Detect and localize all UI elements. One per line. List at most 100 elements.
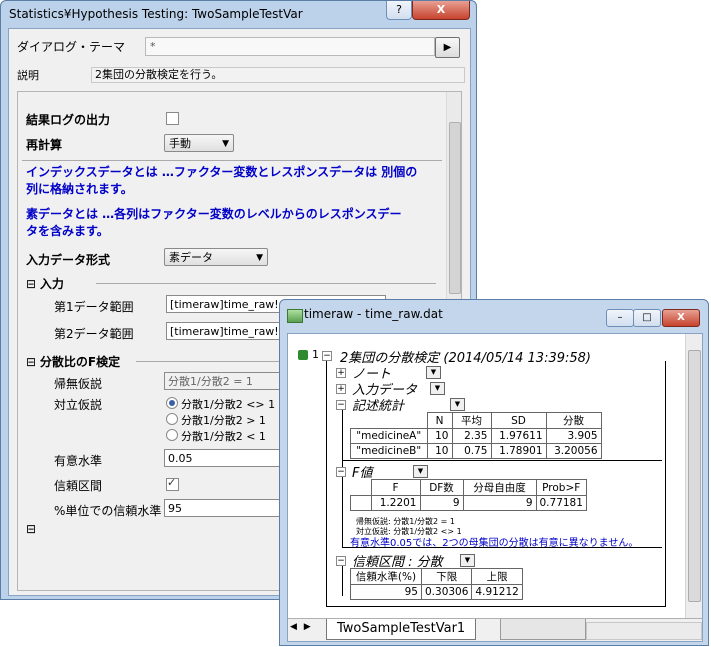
table-cell: 95	[350, 584, 422, 600]
table-row: "medicineA" 10 2.35 1.97611 3.905	[350, 428, 602, 444]
radio-icon	[166, 429, 178, 441]
table-row: "medicineB" 10 0.75 1.78901 3.20056	[350, 443, 602, 459]
lock-icon	[298, 350, 308, 360]
table-header	[350, 412, 428, 429]
horizontal-scrollbar[interactable]	[586, 622, 702, 640]
sig-level-input[interactable]: 0.05	[164, 449, 294, 467]
alt-hypothesis-label: 対立仮説	[54, 398, 103, 412]
tree-line	[342, 477, 343, 547]
radio-icon	[166, 397, 178, 409]
table-header: SD	[490, 412, 547, 429]
table-corner	[350, 479, 372, 496]
collapse-icon: ⊟	[26, 277, 37, 291]
row-number: 1	[312, 348, 319, 361]
data1-label: 第1データ範囲	[54, 300, 134, 314]
expand-input-icon[interactable]: +	[336, 384, 346, 394]
table-cell: 9	[462, 495, 537, 511]
table-header: 下限	[420, 568, 473, 585]
table-header: Prob>F	[535, 479, 587, 496]
ci-checkbox[interactable]	[166, 476, 179, 491]
alt-option-3-label: 分散1/分散2 < 1	[181, 430, 266, 443]
collapse-icon[interactable]: ⊟	[26, 522, 36, 536]
alt-option-2-label: 分散1/分散2 > 1	[181, 414, 266, 427]
theme-menu-button[interactable]: ▶	[435, 37, 460, 58]
expand-note-icon[interactable]: +	[336, 368, 346, 378]
table-cell: 0.30306	[420, 584, 473, 600]
workbook-icon	[287, 309, 303, 323]
table-row: N 平均 SD 分散	[350, 412, 602, 429]
table-row: 信頼水準(%) 下限 上限	[350, 568, 523, 585]
info-index-data: インデックスデータとは …ファクター変数とレスポンスデータは 別個の 列に格納さ…	[26, 164, 446, 198]
scroll-thumb[interactable]	[688, 350, 701, 602]
f-table: F DF数 分母自由度 Prob>F 1.2201 9 9 0.77181	[350, 479, 587, 511]
section-rule	[96, 283, 436, 284]
sheet-tab[interactable]: TwoSampleTestVar1	[326, 619, 477, 640]
recalc-dropdown[interactable]: 手動 ▼	[164, 134, 234, 152]
chevron-down-icon: ▼	[256, 253, 263, 263]
note-dropdown[interactable]: ▼	[426, 366, 441, 379]
collapse-f-icon[interactable]: −	[336, 467, 346, 477]
input-section-title: 入力	[39, 277, 64, 291]
radio-icon	[166, 413, 178, 425]
divider	[22, 160, 442, 161]
collapse-desc-icon[interactable]: −	[336, 400, 346, 410]
table-cell: 1.78901	[490, 443, 547, 459]
table-cell: "medicineB"	[350, 443, 428, 459]
collapse-ci-icon[interactable]: −	[336, 556, 346, 566]
alt-option-2[interactable]: 分散1/分散2 > 1	[166, 412, 266, 428]
workbook-window: timeraw - time_raw.dat – □ X 1 − 2集団の分散検…	[279, 299, 709, 646]
sheet-tab-empty	[500, 619, 586, 640]
collapse-report-icon[interactable]: −	[322, 351, 332, 361]
dialog-title: Statistics¥Hypothesis Testing: TwoSample…	[9, 7, 303, 21]
maximize-button[interactable]: □	[633, 309, 661, 327]
input-dropdown[interactable]: ▼	[430, 382, 445, 395]
sheet-tab-bar: ◀ ▶ TwoSampleTestVar1	[288, 618, 702, 641]
workbook-client: 1 − 2集団の分散検定 (2014/05/14 13:39:58) + ノート…	[287, 333, 703, 642]
ftest-section-toggle[interactable]: ⊟ 分散比のF検定	[26, 353, 120, 370]
table-row: 1.2201 9 9 0.77181	[350, 495, 587, 511]
theme-field[interactable]: *	[145, 37, 435, 56]
table-cell: "medicineA"	[350, 428, 428, 444]
dialog-titlebar[interactable]: Statistics¥Hypothesis Testing: TwoSample…	[1, 1, 476, 27]
alt-option-1[interactable]: 分散1/分散2 <> 1	[166, 396, 275, 412]
tab-nav-arrows[interactable]: ◀ ▶	[290, 622, 313, 632]
null-hypothesis-field: 分散1/分散2 = 1	[164, 372, 294, 390]
collapse-icon: ⊟	[26, 355, 37, 369]
alt-option-3[interactable]: 分散1/分散2 < 1	[166, 428, 266, 444]
table-cell: 4.91212	[471, 584, 523, 600]
report-vertical-scrollbar[interactable]	[685, 334, 702, 618]
ftest-section-title: 分散比のF検定	[39, 355, 121, 369]
tree-line	[326, 606, 666, 607]
ci-label: 信頼区間	[54, 479, 103, 493]
minimize-button[interactable]: –	[606, 309, 634, 327]
data2-label: 第2データ範囲	[54, 327, 134, 341]
info-raw-data: 素データとは …各列はファクター変数のレベルからのレスポンスデー タを含みます。	[26, 206, 446, 240]
info-raw-line2: タを含みます。	[26, 224, 109, 238]
input-section-toggle[interactable]: ⊟ 入力	[26, 275, 64, 292]
sig-level-label: 有意水準	[54, 454, 103, 468]
table-header: F	[370, 479, 421, 496]
desc-dropdown[interactable]: ▼	[450, 398, 465, 411]
table-cell: 10	[426, 443, 453, 459]
ci-level-input[interactable]: 95	[164, 499, 294, 517]
tree-line	[342, 547, 662, 548]
log-output-checkbox[interactable]	[166, 112, 179, 125]
report-sheet: 1 − 2集団の分散検定 (2014/05/14 13:39:58) + ノート…	[288, 334, 686, 618]
table-header: DF数	[419, 479, 464, 496]
table-cell: 1.97611	[490, 428, 547, 444]
table-cell: 2.35	[451, 428, 492, 444]
table-header: 信頼水準(%)	[350, 568, 422, 585]
scroll-thumb[interactable]	[449, 122, 461, 294]
help-button[interactable]: ?	[386, 1, 412, 20]
recalc-label: 再計算	[26, 138, 63, 152]
close-button[interactable]: X	[412, 1, 470, 20]
null-hypothesis-label: 帰無仮説	[54, 377, 103, 391]
table-header: 平均	[451, 412, 492, 429]
ci-dropdown[interactable]: ▼	[460, 554, 475, 567]
tree-line	[342, 460, 662, 461]
workbook-close-button[interactable]: X	[662, 309, 700, 327]
info-raw-line1: 素データとは …各列はファクター変数のレベルからのレスポンスデー	[26, 207, 402, 221]
table-corner	[350, 495, 372, 511]
f-dropdown[interactable]: ▼	[413, 465, 428, 478]
input-format-dropdown[interactable]: 素データ ▼	[164, 248, 268, 266]
